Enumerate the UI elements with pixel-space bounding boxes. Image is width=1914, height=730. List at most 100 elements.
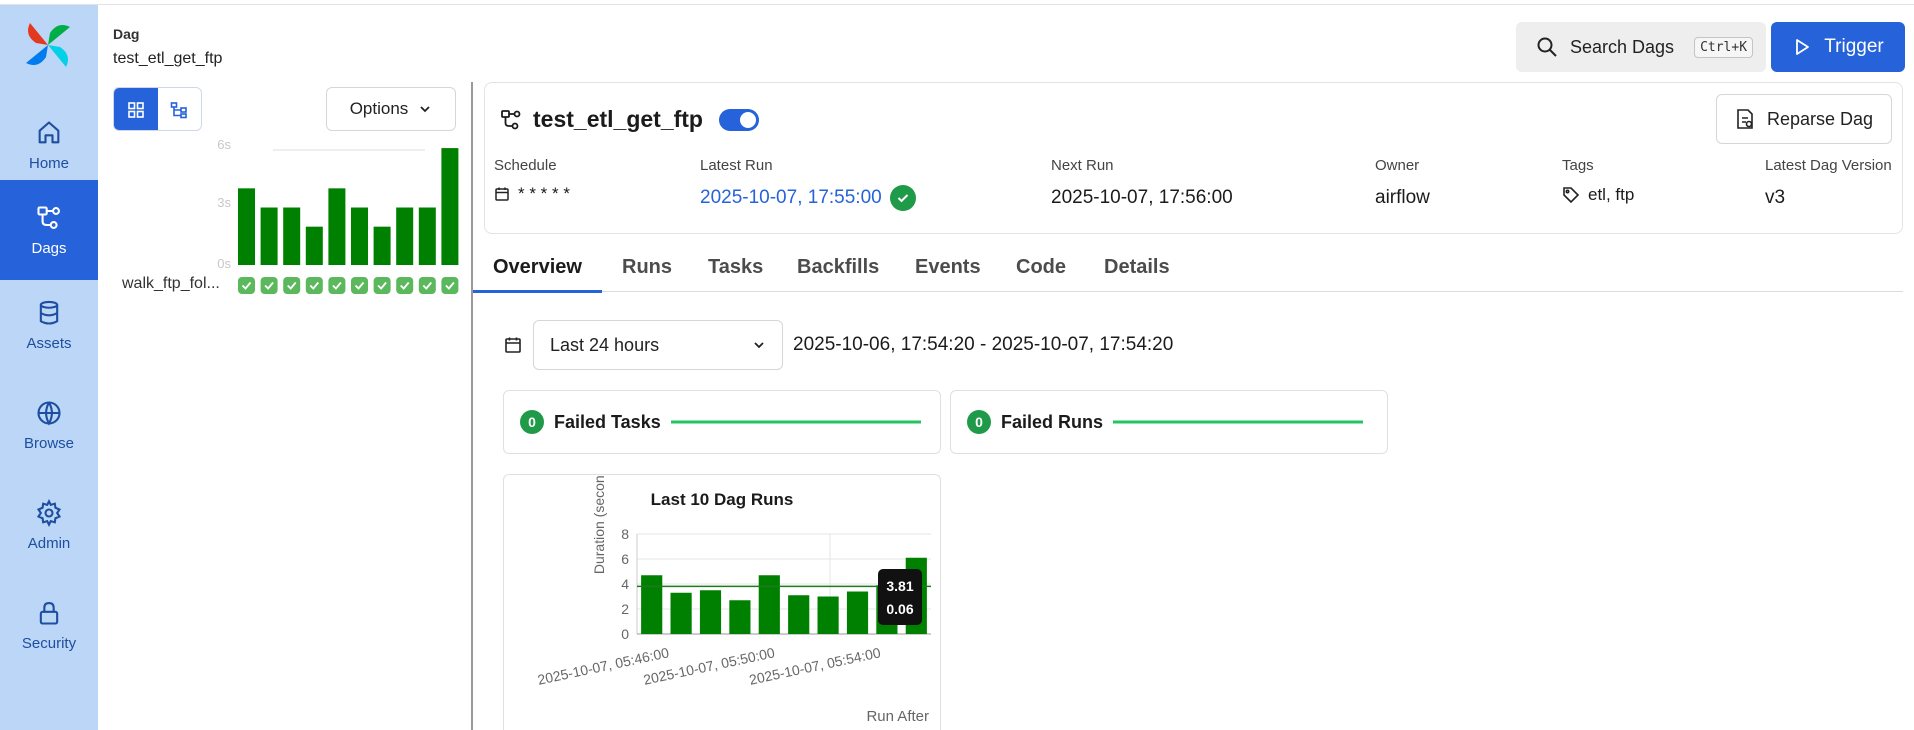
sidebar-item-label: Security [21,634,77,652]
task-success-cell[interactable] [418,277,436,294]
tab-tasks[interactable]: Tasks [708,256,763,279]
airflow-logo [26,23,70,67]
run-duration-bar[interactable] [441,148,459,265]
owner-value[interactable]: airflow [1375,187,1430,209]
run-bar[interactable] [846,591,869,635]
run-bar[interactable] [788,595,810,634]
gear-icon [36,498,62,527]
task-success-cell[interactable] [396,277,414,294]
sidebar-item-dags[interactable]: Dags [0,180,98,280]
task-success-cell[interactable] [260,277,278,294]
tab-backfills[interactable]: Backfills [797,256,879,279]
panel-divider[interactable] [471,82,473,730]
time-range-select[interactable]: Last 24 hours [533,320,783,370]
failed-runs-count: 0 [967,410,991,434]
tab-runs[interactable]: Runs [622,256,672,279]
task-success-cell[interactable] [238,277,255,294]
breadcrumb-dag-name[interactable]: test_etl_get_ftp [113,50,222,68]
run-duration-bar[interactable] [418,207,436,266]
lock-icon [39,601,59,625]
chart-tooltip: 3.81 0.06 [878,569,922,625]
schedule-value: * * * * * [518,184,570,203]
dag-tabs: Overview Runs Tasks Backfills Events Cod… [473,248,1903,293]
sidebar-item-security[interactable]: Security [0,575,98,675]
graph-view-button[interactable] [158,88,202,130]
sidebar-item-admin[interactable]: Admin [0,475,98,575]
view-toggle [113,87,202,131]
run-duration-bar[interactable] [351,207,368,266]
task-success-cell[interactable] [305,277,323,294]
sidebar: Home Dags Assets Browse Admin Security [0,5,98,730]
run-bar[interactable] [699,590,722,634]
run-duration-bar[interactable] [260,207,278,266]
failed-tasks-sparkline [670,420,921,424]
options-button[interactable]: Options [326,87,456,131]
run-duration-bar[interactable] [238,188,255,265]
task-success-cell[interactable] [441,277,459,294]
file-refresh-icon [1737,109,1753,129]
tab-overview[interactable]: Overview [493,256,582,279]
latest-run-link[interactable]: 2025-10-07, 17:55:00 [700,187,882,209]
failed-tasks-card[interactable]: 0 Failed Tasks [503,390,941,454]
trigger-button[interactable]: Trigger [1771,22,1905,72]
tag-icon [1563,187,1580,204]
dag-header-card [484,82,1903,234]
task-success-cell[interactable] [283,277,301,294]
graph-icon [170,102,188,119]
tags-label: Tags [1562,157,1594,174]
search-dags-button[interactable]: Search Dags Ctrl+K [1516,22,1766,72]
success-icon [889,185,916,211]
failed-runs-label: Failed Runs [1001,411,1104,432]
run-bar[interactable] [729,600,751,634]
top-border [0,0,1914,5]
tags-value[interactable]: etl, ftp [1588,185,1634,205]
trigger-label: Trigger [1824,36,1884,57]
y-axis-label: Duration (seconds) [591,475,607,574]
grid-view-button[interactable] [114,88,158,130]
schedule-label: Schedule [494,157,557,174]
dag-icon [37,205,60,229]
run-bar[interactable] [758,575,780,634]
owner-label: Owner [1375,157,1420,174]
task-success-cell[interactable] [351,277,368,294]
run-duration-bar[interactable] [283,207,301,266]
grid-icon [127,102,144,118]
run-duration-bar[interactable] [396,207,414,266]
tooltip-duration-value: 0.06 [886,601,913,617]
play-icon [1796,39,1810,55]
task-name[interactable]: walk_ftp_fol... [122,275,220,293]
run-bar[interactable] [670,592,692,634]
sidebar-item-label: Admin [27,534,71,552]
tab-details[interactable]: Details [1104,256,1170,279]
run-duration-bar[interactable] [373,226,391,265]
dag-version-label: Latest Dag Version [1765,157,1892,174]
failed-runs-card[interactable]: 0 Failed Runs [950,390,1388,454]
next-run-value: 2025-10-07, 17:56:00 [1051,187,1233,208]
dag-pause-toggle[interactable] [718,108,759,131]
active-tab-indicator [473,290,602,293]
sidebar-item-assets[interactable]: Assets [0,275,98,375]
run-duration-bar[interactable] [328,188,346,265]
y-tick-label: 2 [621,601,629,617]
dag-title: test_etl_get_ftp [533,106,703,132]
sidebar-item-label: Browse [23,434,75,452]
sidebar-item-browse[interactable]: Browse [0,375,98,475]
run-bar[interactable] [817,596,839,635]
tab-events[interactable]: Events [915,256,981,279]
run-bar[interactable] [641,575,663,634]
latest-run-row: 2025-10-07, 17:55:00 [700,185,916,211]
chevron-down-icon [420,106,430,113]
chevron-down-icon [754,342,764,349]
reparse-dag-button[interactable]: Reparse Dag [1716,94,1892,144]
run-duration-bar[interactable] [305,226,323,265]
latest-run-label: Latest Run [700,157,773,174]
reparse-label: Reparse Dag [1766,108,1874,129]
y-tick-label: 4 [621,576,629,592]
tags-row: etl, ftp [1562,185,1634,205]
tab-code[interactable]: Code [1016,256,1066,279]
task-success-cell[interactable] [373,277,391,294]
breadcrumb-label: Dag [113,26,140,42]
x-axis-label: Run After [866,708,929,725]
task-success-cell[interactable] [328,277,346,294]
last-runs-chart-card: Last 10 Dag Runs 02468 2025-10-07, 05:46… [503,456,941,730]
